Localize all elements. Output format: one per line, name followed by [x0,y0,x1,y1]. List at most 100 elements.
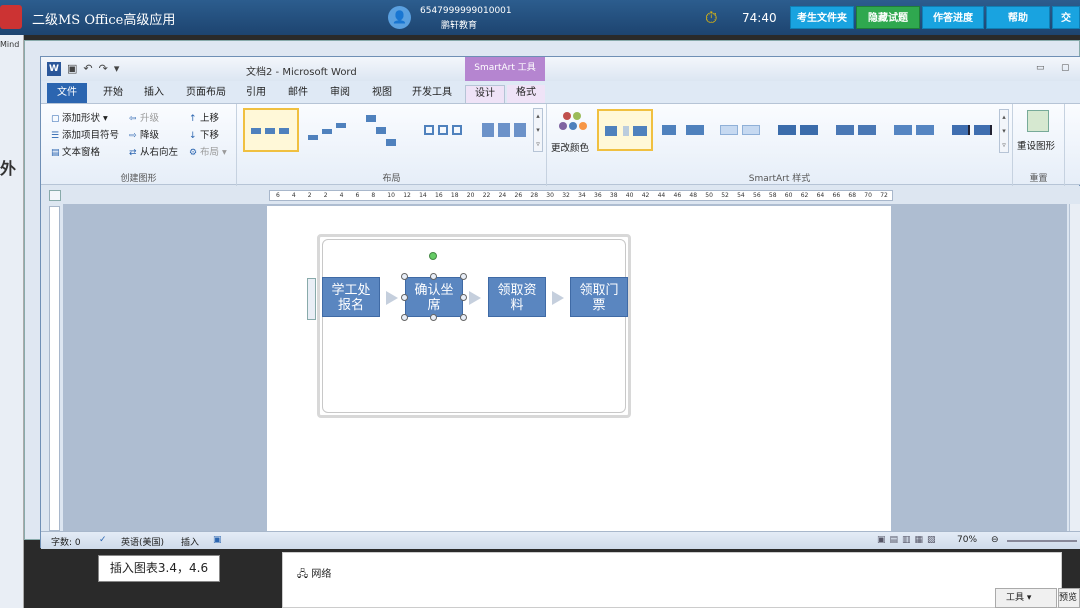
vertical-scrollbar[interactable] [1069,204,1080,531]
add-bullet-button[interactable]: ☰ 添加项目符号 [51,127,119,141]
tab-mailings[interactable]: 邮件 [281,85,315,103]
vertical-ruler[interactable] [49,206,60,531]
network-label: 网络 [311,569,332,580]
ruler-row: 6 4 2 2 4 6 8 10 12 14 16 18 20 22 24 26 28 30 32 34 36 38 40 4… [41,186,1080,204]
reset-graphic-button[interactable]: 重设图形 [1017,138,1055,152]
restore-icon[interactable]: ▢ [1061,63,1070,73]
text-pane-button[interactable]: ▤ 文本窗格 [51,144,100,158]
style-option-5[interactable] [829,109,885,151]
resize-handle-bl[interactable] [401,314,408,321]
styles-scroll[interactable]: ▴ ▾ ▿ [999,109,1009,153]
macro-record-icon[interactable]: ▣ [213,535,222,545]
progress-button[interactable]: 作答进度 [922,6,984,29]
help-button[interactable]: 帮助 [986,6,1050,29]
promote-button[interactable]: ⇦ 升级 [129,110,159,124]
user-id: 6547999999010001 [420,6,512,16]
layout-option-accent-process[interactable] [417,108,473,152]
preview-button[interactable]: 预览 [1058,588,1080,608]
resize-handle-br[interactable] [460,314,467,321]
zoom-slider[interactable] [1007,540,1077,542]
resize-handle-l[interactable] [401,294,408,301]
layouts-scroll[interactable]: ▴ ▾ ▿ [533,108,543,152]
background-app-strip: Mind 外 [0,35,24,608]
demote-button[interactable]: ⇨ 降级 [129,127,159,141]
network-item[interactable]: 🖧 网络 [297,565,331,584]
smartart-node-3[interactable]: 领取资料 [488,277,546,317]
ruler-tick: 48 [689,192,698,199]
right-to-left-button[interactable]: ⇄ 从右向左 [129,144,178,158]
tab-view[interactable]: 视图 [365,85,399,103]
smartart-node-4[interactable]: 领取门票 [570,277,628,317]
resize-handle-b[interactable] [430,314,437,321]
layout-option-step-up[interactable] [301,108,357,152]
ruler-tick: 70 [864,192,872,199]
submit-button[interactable]: 交 [1052,6,1080,29]
rotate-handle[interactable] [429,252,437,260]
tab-design[interactable]: 设计 [465,85,505,103]
add-shape-button[interactable]: ▢ 添加形状 ▾ [51,110,108,124]
smartart-node-2[interactable]: 确认坐席 [405,277,463,317]
ruler-tick: 20 [466,192,475,199]
candidate-folder-button[interactable]: 考生文件夹 [790,6,854,29]
style-option-2[interactable] [655,109,711,151]
reset-graphic-icon[interactable] [1027,110,1049,132]
zoom-out-icon[interactable]: ⊖ [991,535,999,545]
ruler-tick: 22 [482,192,491,199]
text-pane-toggle[interactable] [307,278,316,320]
smartart-frame[interactable] [317,234,631,418]
zoom-level[interactable]: 70% [957,535,977,545]
tab-review[interactable]: 审阅 [323,85,357,103]
horizontal-ruler[interactable]: 6 4 2 2 4 6 8 10 12 14 16 18 20 22 24 26 28 30 32 34 36 38 40 4… [269,190,893,201]
title-bar: W ▣↶↷▾ 文档2 - Microsoft Word SmartArt 工具 … [41,57,1080,81]
move-down-icon: ↓ [189,131,197,141]
hide-question-button[interactable]: 隐藏试题 [856,6,920,29]
ruler-tick: 6 [355,192,360,199]
move-down-button[interactable]: ↓ 下移 [189,127,219,141]
tab-format[interactable]: 格式 [507,85,545,103]
style-option-4[interactable] [771,109,827,151]
layout-option-continuous-block[interactable] [475,108,531,152]
ruler-tick: 58 [768,192,777,199]
layout-option-step-down[interactable] [359,108,415,152]
status-bar: 字数: 0 ✓ 英语(美国) 插入 ▣ ▣▤▥▦▧ 70% ⊖ [41,531,1080,549]
resize-handle-r[interactable] [460,294,467,301]
change-colors-icon[interactable] [555,110,591,138]
quick-access-toolbar[interactable]: ▣↶↷▾ [67,62,125,75]
style-option-7[interactable] [945,109,1001,151]
insert-mode[interactable]: 插入 [181,535,199,548]
tab-developer[interactable]: 开发工具 [405,85,459,103]
style-option-1[interactable] [597,109,653,151]
resize-handle-tl[interactable] [401,273,408,280]
view-mode-icons[interactable]: ▣▤▥▦▧ [877,535,940,545]
layout-dropdown-button[interactable]: ⚙ 布局 ▾ [189,144,227,158]
word-app-icon[interactable]: W [47,62,61,76]
tab-file[interactable]: 文件 [47,83,87,103]
proofing-icon[interactable]: ✓ [99,535,107,545]
tools-button[interactable]: 工具 ▾ [995,588,1057,608]
change-colors-button[interactable]: 更改颜色 [551,140,589,154]
move-up-button[interactable]: ↑ 上移 [189,110,219,124]
style-option-6[interactable] [887,109,943,151]
smartart-node-1[interactable]: 学工处 报名 [322,277,380,317]
minimize-icon[interactable]: ▭ [1036,63,1045,73]
resize-handle-tr[interactable] [460,273,467,280]
style-option-3[interactable] [713,109,769,151]
layout-option-basic-process[interactable] [243,108,299,152]
tab-home[interactable]: 开始 [93,85,133,103]
file-browser-panel: 🖧 网络 [282,552,1062,608]
tab-page-layout[interactable]: 页面布局 [179,85,233,103]
ruler-tick: 56 [753,192,761,199]
tab-insert[interactable]: 插入 [137,85,171,103]
language-status[interactable]: 英语(美国) [121,535,164,548]
document-page[interactable]: 学工处 报名 确认坐席 领取资料 领取门票 [267,206,891,531]
ruler-tick: 8 [371,192,376,199]
smartart-canvas[interactable] [322,239,626,413]
resize-handle-t[interactable] [430,273,437,280]
ruler-tick: 6 [276,192,280,199]
tab-selector[interactable] [49,190,61,201]
ruler-tick: 42 [641,192,650,199]
process-arrow-3 [552,291,564,305]
word-count[interactable]: 字数: 0 [51,535,81,548]
tab-references[interactable]: 引用 [239,85,273,103]
smartart-tools-context-label: SmartArt 工具 [465,57,545,81]
